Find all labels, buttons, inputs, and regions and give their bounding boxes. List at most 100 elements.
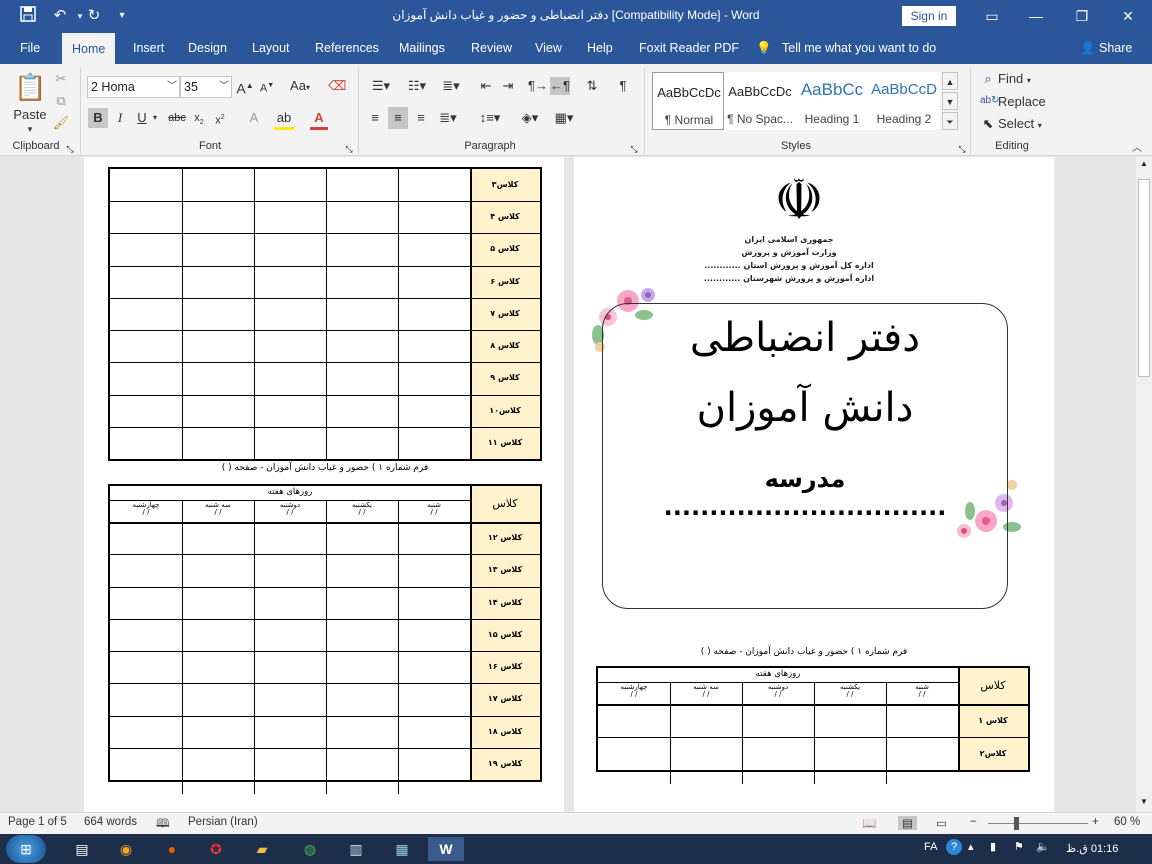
line-spacing-icon[interactable]: ↕≡▾ — [476, 109, 504, 127]
bold-button[interactable]: B — [88, 108, 108, 128]
tab-review[interactable]: Review — [471, 32, 512, 64]
align-left-icon[interactable]: ≡ — [366, 109, 384, 127]
app-icon-3[interactable]: ✪ — [198, 837, 234, 861]
tab-references[interactable]: References — [315, 32, 379, 64]
replace-button[interactable]: Replace — [998, 93, 1048, 111]
rtl-direction-icon[interactable]: ←¶ — [550, 77, 570, 95]
tab-home[interactable]: Home — [62, 32, 116, 64]
language-indicator[interactable]: Persian (Iran) — [188, 816, 258, 828]
restore-button[interactable]: ❐ — [1070, 4, 1094, 28]
zoom-slider[interactable] — [988, 823, 1088, 824]
italic-button[interactable]: I — [112, 109, 128, 127]
scroll-down-icon[interactable]: ▼ — [1138, 797, 1150, 809]
app-icon-4[interactable]: ▦ — [384, 837, 420, 861]
tab-mailings[interactable]: Mailings — [399, 32, 445, 64]
ribbon-display-options-icon[interactable]: ▭ — [980, 4, 1004, 28]
copy-icon[interactable]: ⧉ — [52, 92, 70, 110]
find-icon[interactable]: ⌕ — [980, 70, 996, 88]
font-size-combo[interactable]: 35 ﹀ — [180, 76, 232, 98]
style-heading-1[interactable]: AaBbCc Heading 1 — [796, 72, 868, 130]
document-area[interactable]: کلاس۳ کلاس ۴ کلاس ۵ کلاس ۶ کلاس ۷ کلاس ۸ کلاس … — [0, 157, 1136, 812]
tab-help[interactable]: Help — [587, 32, 613, 64]
ltr-direction-icon[interactable]: ¶→ — [528, 77, 548, 95]
zoom-out-icon[interactable]: − — [970, 816, 977, 828]
align-right-icon[interactable]: ≡ — [412, 109, 430, 127]
text-effects-icon[interactable]: A — [244, 109, 264, 127]
close-button[interactable]: ✕ — [1116, 4, 1140, 28]
start-button[interactable]: ⊞ — [6, 835, 46, 863]
tab-layout[interactable]: Layout — [252, 32, 290, 64]
tab-insert[interactable]: Insert — [133, 32, 164, 64]
flag-icon[interactable]: ⚑ — [1014, 840, 1024, 853]
sign-in-button[interactable]: Sign in — [902, 6, 956, 26]
collapse-ribbon-icon[interactable]: ︿ — [1130, 140, 1144, 158]
proofing-icon[interactable]: 🕮 — [156, 816, 170, 835]
replace-icon[interactable]: ab↻ — [980, 92, 1000, 110]
increase-indent-icon[interactable]: ⇥ — [498, 77, 518, 95]
tell-me-search[interactable]: Tell me what you want to do — [782, 32, 936, 64]
styles-scroll-down-icon[interactable]: ▼ — [942, 92, 958, 110]
sort-icon[interactable]: ⇅ — [582, 77, 602, 95]
clipboard-launcher-icon[interactable]: ⤡ — [64, 140, 76, 158]
zoom-level[interactable]: 60 % — [1114, 816, 1140, 828]
subscript-button[interactable]: x2 — [191, 109, 207, 132]
scroll-up-icon[interactable]: ▲ — [1138, 159, 1150, 171]
network-icon[interactable]: ▮ — [990, 840, 996, 853]
highlight-icon[interactable]: ab — [274, 109, 294, 130]
numbering-icon[interactable]: ☷▾ — [402, 77, 432, 95]
notepad-icon[interactable]: ▥ — [338, 837, 374, 861]
app-icon-1[interactable]: ▤ — [64, 837, 100, 861]
strikethrough-button[interactable]: abc — [166, 109, 188, 127]
style-heading-2[interactable]: AaBbCcD Heading 2 — [868, 72, 940, 130]
multilevel-list-icon[interactable]: ≣▾ — [438, 77, 464, 95]
print-layout-icon[interactable]: ▤ — [898, 816, 917, 830]
style-normal[interactable]: AaBbCcDc ¶ Normal — [652, 72, 724, 130]
shrink-font-icon[interactable]: A▼ — [258, 77, 276, 98]
clear-formatting-icon[interactable]: ⌫ — [328, 77, 346, 95]
minimize-button[interactable]: — — [1024, 4, 1048, 28]
tab-foxit[interactable]: Foxit Reader PDF — [639, 32, 739, 64]
styles-launcher-icon[interactable]: ⤡ — [956, 140, 968, 158]
tab-design[interactable]: Design — [188, 32, 227, 64]
volume-icon[interactable]: 🔈 — [1036, 840, 1050, 853]
style-no-spacing[interactable]: AaBbCcDc ¶ No Spac... — [724, 72, 796, 130]
superscript-button[interactable]: x2 — [212, 109, 228, 130]
font-color-icon[interactable]: A — [310, 109, 328, 130]
zoom-slider-thumb[interactable] — [1014, 817, 1019, 830]
font-name-combo[interactable]: 2 Homa ﹀ — [87, 76, 180, 98]
zoom-in-icon[interactable]: + — [1092, 816, 1099, 828]
underline-button[interactable]: U — [134, 109, 150, 127]
word-count[interactable]: 664 words — [84, 816, 137, 828]
justify-icon[interactable]: ≣▾ — [434, 109, 462, 127]
borders-icon[interactable]: ▦▾ — [550, 109, 578, 127]
scrollbar-thumb[interactable] — [1138, 179, 1150, 377]
underline-dropdown-icon[interactable]: ▾ — [150, 109, 160, 127]
decrease-indent-icon[interactable]: ⇤ — [476, 77, 496, 95]
styles-more-icon[interactable]: ⏷ — [942, 112, 958, 130]
select-icon[interactable]: ⬉ — [980, 115, 996, 133]
cut-icon[interactable]: ✂ — [52, 70, 70, 88]
grow-font-icon[interactable]: A▲ — [236, 77, 254, 98]
select-button[interactable]: Select ▾ — [998, 115, 1058, 135]
input-language[interactable]: FA — [924, 841, 937, 853]
tab-file[interactable]: File — [20, 32, 40, 64]
find-button[interactable]: Find ▾ — [998, 70, 1048, 90]
folder-icon[interactable]: ▰ — [244, 837, 280, 861]
tray-chevron-icon[interactable]: ▴ — [968, 840, 974, 853]
page-count[interactable]: Page 1 of 5 — [8, 816, 67, 828]
word-taskbar-icon[interactable]: W — [428, 837, 464, 861]
shading-icon[interactable]: ◈▾ — [516, 109, 544, 127]
styles-scroll-up-icon[interactable]: ▲ — [942, 72, 958, 90]
show-formatting-icon[interactable]: ¶ — [614, 77, 632, 95]
paragraph-launcher-icon[interactable]: ⤡ — [628, 140, 640, 158]
share-button[interactable]: Share — [1099, 32, 1132, 64]
format-painter-icon[interactable]: 🖌 — [52, 114, 70, 132]
paste-dropdown-icon[interactable]: ▾ — [10, 120, 50, 138]
bullets-icon[interactable]: ☰▾ — [366, 77, 396, 95]
change-case-button[interactable]: Aa▾ — [286, 77, 314, 97]
read-mode-icon[interactable]: 📖 — [862, 816, 876, 830]
align-center-icon[interactable]: ≡ — [388, 107, 408, 129]
tab-view[interactable]: View — [535, 32, 562, 64]
font-launcher-icon[interactable]: ⤡ — [343, 140, 355, 158]
paste-icon[interactable]: 📋 — [14, 70, 46, 104]
